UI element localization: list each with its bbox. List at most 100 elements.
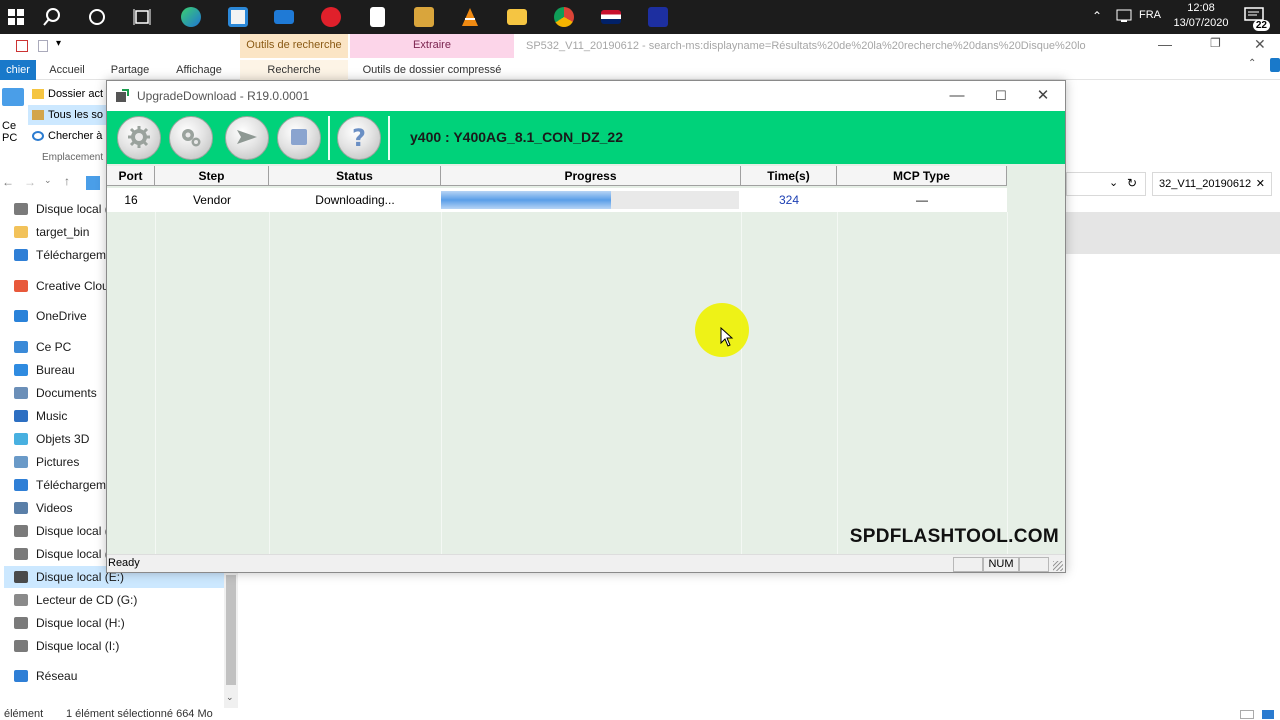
column-divider	[837, 212, 838, 554]
tab-partage[interactable]: Partage	[104, 60, 156, 80]
device-model-label: y400 : Y400AG_8.1_CON_DZ_22	[410, 129, 623, 145]
tab-accueil[interactable]: Accueil	[42, 60, 92, 80]
customize-dropdown-icon[interactable]: ▾	[56, 38, 61, 49]
tree-item-icon	[14, 280, 28, 292]
tray-chevron-icon[interactable]: ⌃	[1092, 9, 1102, 23]
address-bar[interactable]: ⌄ ↻	[1066, 172, 1146, 196]
refresh-icon[interactable]: ↻	[1127, 176, 1137, 190]
tree-item-label: Objets 3D	[36, 432, 90, 446]
tree-item-icon	[14, 387, 28, 399]
clear-search-icon[interactable]: ✕	[1256, 173, 1265, 195]
address-icon[interactable]	[86, 176, 100, 190]
language-indicator[interactable]: FRA	[1139, 9, 1161, 21]
tab-fichier[interactable]: chier	[0, 60, 36, 80]
cell-status: Downloading...	[315, 193, 395, 207]
column-divider	[155, 212, 156, 554]
tree-item-label: Disque local (H:)	[36, 616, 125, 630]
ce-pc-label[interactable]: Ce PC	[2, 120, 24, 144]
tree-item-icon	[14, 226, 28, 238]
column-header-step[interactable]: Step	[155, 166, 269, 186]
clock[interactable]: 12:08 13/07/2020	[1166, 1, 1236, 31]
windows-start-icon[interactable]	[2, 3, 30, 31]
resize-grip-icon[interactable]	[1053, 561, 1063, 571]
tree-item-icon	[14, 525, 28, 537]
file-explorer-icon[interactable]	[503, 3, 531, 31]
vlc-icon[interactable]	[456, 3, 484, 31]
quick-access-toolbar: ▾	[4, 38, 64, 54]
edge-icon[interactable]	[177, 3, 205, 31]
column-header-progress[interactable]: Progress	[441, 166, 741, 186]
current-folder-button[interactable]: Dossier act	[28, 84, 106, 104]
up-icon[interactable]: ↑	[64, 174, 70, 188]
opera-icon[interactable]	[317, 3, 345, 31]
document-icon[interactable]	[363, 3, 391, 31]
tree-item-icon	[14, 433, 28, 445]
tree-item[interactable]: Réseau	[4, 665, 224, 687]
network-icon[interactable]	[1116, 9, 1132, 23]
help-icon[interactable]	[1270, 58, 1280, 72]
minimize-button[interactable]: —	[1158, 36, 1172, 52]
store-icon[interactable]	[224, 3, 252, 31]
column-header-mcp-type[interactable]: MCP Type	[837, 166, 1007, 186]
options-button[interactable]	[117, 116, 161, 160]
taskbar: ⌃ FRA 12:08 13/07/2020 22	[0, 0, 1280, 34]
tree-item-label: target_bin	[36, 225, 90, 239]
back-icon[interactable]: ←	[2, 175, 14, 189]
tree-item[interactable]: Lecteur de CD (G:)	[4, 589, 224, 611]
tree-item-icon	[14, 640, 28, 652]
recent-dropdown-icon[interactable]: ⌄	[44, 175, 52, 186]
column-header-time[interactable]: Time(s)	[741, 166, 837, 186]
close-button[interactable]: ✕	[1254, 36, 1266, 53]
search-again-button[interactable]: Chercher à	[28, 126, 106, 146]
properties-icon[interactable]	[16, 40, 28, 52]
tree-item-icon	[14, 571, 28, 583]
cortana-icon[interactable]	[83, 3, 111, 31]
tree-item-label: Disque local (I:)	[36, 639, 120, 653]
scroll-down-icon[interactable]: ⌄	[226, 692, 234, 703]
restore-button[interactable]: ❐	[1210, 36, 1221, 50]
mail-icon[interactable]	[270, 3, 298, 31]
flash-tool-icon[interactable]	[644, 3, 672, 31]
tree-item[interactable]: Disque local (I:)	[4, 635, 224, 657]
forward-icon[interactable]: →	[24, 175, 36, 189]
start-button[interactable]	[225, 116, 269, 160]
tree-item-label: Ce PC	[36, 340, 72, 354]
details-view-icon[interactable]	[1240, 710, 1254, 719]
cell-step: Vendor	[192, 193, 232, 207]
tool-maximize-button[interactable]: ☐	[979, 85, 1023, 107]
stop-button[interactable]	[277, 116, 321, 160]
winrar-icon[interactable]	[410, 3, 438, 31]
tree-item[interactable]: Disque local (H:)	[4, 612, 224, 634]
tree-item-icon	[14, 410, 28, 422]
scrollbar-thumb[interactable]	[226, 575, 236, 685]
tree-item-label: Videos	[36, 501, 73, 515]
all-subfolders-button[interactable]: Tous les so	[28, 105, 106, 125]
tree-item-icon	[14, 341, 28, 353]
folders-icon	[32, 110, 44, 121]
tree-item-label: Bureau	[36, 363, 75, 377]
tree-item-icon	[14, 594, 28, 606]
task-view-icon[interactable]	[128, 3, 156, 31]
column-header-status[interactable]: Status	[269, 166, 441, 186]
flag-app-icon[interactable]	[597, 3, 625, 31]
tab-recherche[interactable]: Recherche	[240, 60, 348, 80]
collapse-ribbon-icon[interactable]: ⌃	[1248, 58, 1256, 69]
settings-button[interactable]	[169, 116, 213, 160]
column-divider	[1007, 212, 1008, 554]
notification-center-icon[interactable]: 22	[1244, 7, 1270, 31]
tree-item-label: Disque local (I	[36, 202, 113, 216]
search-icon[interactable]	[38, 3, 66, 31]
tab-affichage[interactable]: Affichage	[168, 60, 230, 80]
search-input[interactable]: 32_V11_20190612 ✕	[1152, 172, 1272, 196]
new-folder-icon[interactable]	[38, 40, 48, 52]
table-row[interactable]: 16 Vendor Downloading... 324 —	[107, 188, 1007, 212]
tool-minimize-button[interactable]: —	[935, 85, 979, 107]
column-header-port[interactable]: Port	[107, 166, 155, 186]
chrome-icon[interactable]	[550, 3, 578, 31]
tool-close-button[interactable]: ✕	[1021, 85, 1065, 107]
toolbar-separator	[388, 116, 390, 160]
help-button[interactable]: ?	[337, 116, 381, 160]
tiles-view-icon[interactable]	[1262, 710, 1274, 719]
tab-outils-dossier-compresse[interactable]: Outils de dossier compressé	[350, 60, 514, 80]
address-dropdown-icon[interactable]: ⌄	[1109, 176, 1118, 189]
